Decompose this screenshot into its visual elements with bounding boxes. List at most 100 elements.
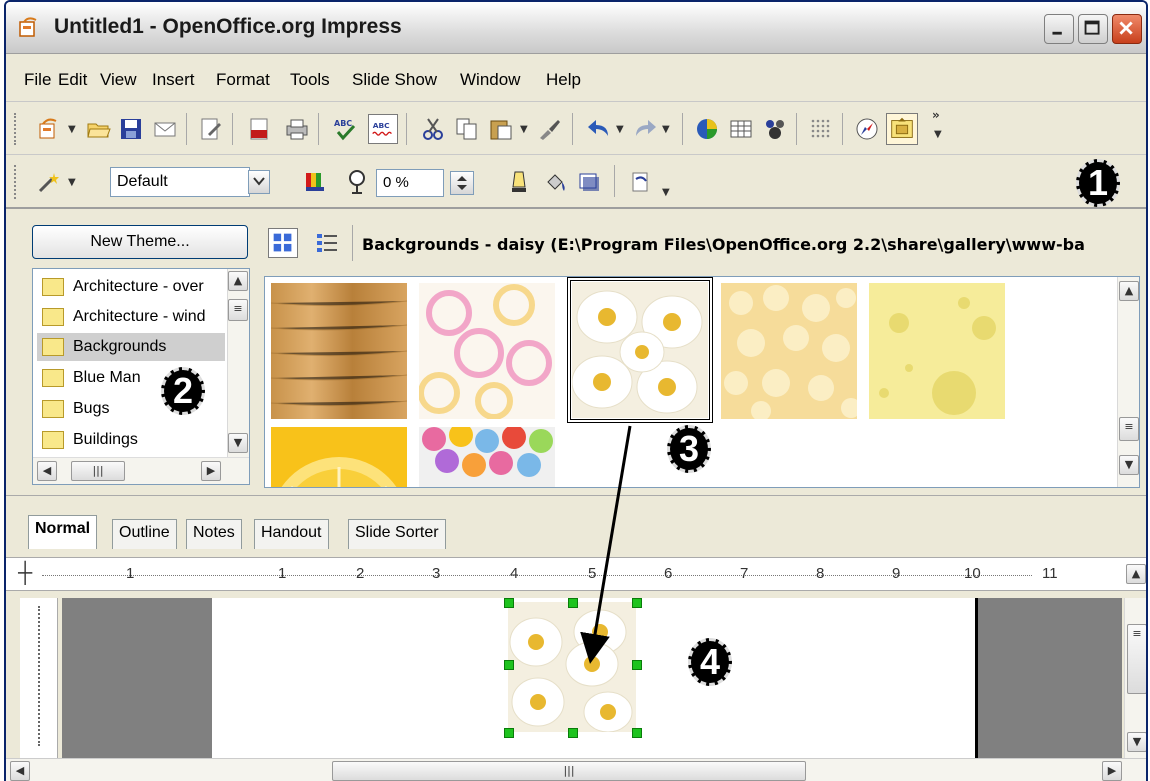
slide-scroll-down-button[interactable]: ▼	[1127, 732, 1146, 752]
menu-insert[interactable]: Insert	[152, 70, 195, 90]
navigator-icon[interactable]	[854, 116, 880, 142]
selection-handle[interactable]	[504, 598, 514, 608]
object-rotate-icon[interactable]	[628, 169, 654, 195]
popcorn-texture-thumbnail[interactable]	[721, 283, 857, 419]
panel-splitter[interactable]	[6, 495, 1146, 499]
cut-icon[interactable]	[420, 116, 446, 142]
magic-wand-icon[interactable]	[36, 169, 62, 195]
maximize-button[interactable]	[1078, 14, 1108, 44]
toolbar-overflow-icon[interactable]: »	[932, 108, 940, 122]
spellcheck-icon[interactable]: ABC	[332, 116, 358, 142]
selection-handle[interactable]	[632, 660, 642, 670]
paste-dropdown-arrow-icon[interactable]: ▼	[520, 124, 528, 135]
autospellcheck-icon[interactable]: ABC	[368, 114, 398, 144]
detail-view-icon[interactable]	[312, 228, 342, 258]
slide-vscroll-thumb[interactable]: ≡	[1127, 624, 1146, 694]
horizontal-ruler[interactable]: ┼ 1 1 2 3 4 5 6 7 8 9 10 11 ▲	[6, 557, 1146, 591]
display-grid-icon[interactable]	[762, 116, 788, 142]
theme-item[interactable]: Architecture - over	[37, 273, 225, 301]
menu-window[interactable]: Window	[460, 70, 520, 90]
hscroll-thumb[interactable]: |||	[71, 461, 125, 481]
style-combo[interactable]: Default	[110, 167, 250, 197]
title-bar[interactable]: Untitled1 - OpenOffice.org Impress	[6, 2, 1146, 54]
scroll-left-button[interactable]: ◀	[37, 461, 57, 481]
slide-hscrollbar[interactable]: ◀ ||| ▶	[6, 758, 1146, 781]
tab-outline[interactable]: Outline	[112, 519, 177, 549]
grid-dots-icon[interactable]	[808, 116, 834, 142]
candy-dots-thumbnail[interactable]	[419, 427, 555, 488]
menu-tools[interactable]: Tools	[290, 70, 330, 90]
tab-slide-sorter[interactable]: Slide Sorter	[348, 519, 446, 549]
theme-item-selected[interactable]: Backgrounds	[37, 333, 225, 361]
transparency-field[interactable]: 0 %	[376, 169, 444, 197]
menu-slide-show[interactable]: Slide Show	[352, 70, 437, 90]
slide-hscroll-thumb[interactable]: |||	[332, 761, 806, 781]
gallery-scroll-thumb[interactable]: ≡	[1119, 417, 1139, 441]
format-paintbrush-icon[interactable]	[536, 116, 562, 142]
chart-icon[interactable]	[694, 116, 720, 142]
redo-icon[interactable]	[632, 116, 658, 142]
slide-canvas[interactable]: 4	[212, 598, 978, 758]
scroll-down-button[interactable]: ▼	[228, 433, 248, 453]
selection-handle[interactable]	[504, 728, 514, 738]
menu-view[interactable]: View	[100, 70, 137, 90]
selection-handle[interactable]	[504, 660, 514, 670]
selection-handle[interactable]	[568, 598, 578, 608]
rings-pattern-thumbnail[interactable]	[419, 283, 555, 419]
daisy-thumbnail-selected[interactable]	[567, 277, 713, 423]
selection-handle[interactable]	[632, 598, 642, 608]
gallery-scroll-down-button[interactable]: ▼	[1119, 455, 1139, 475]
undo-dropdown-arrow-icon[interactable]: ▼	[616, 124, 624, 135]
new-dropdown-arrow-icon[interactable]: ▼	[68, 124, 76, 135]
orange-slice-thumbnail[interactable]	[271, 427, 407, 488]
icon-view-icon[interactable]	[268, 228, 298, 258]
print-icon[interactable]	[284, 116, 310, 142]
line-style-icon[interactable]	[506, 169, 532, 195]
new-document-icon[interactable]	[36, 116, 62, 142]
wood-texture-thumbnail[interactable]	[271, 283, 407, 419]
undo-icon[interactable]	[586, 116, 612, 142]
selection-handle[interactable]	[632, 728, 642, 738]
new-theme-button[interactable]: New Theme...	[32, 225, 248, 259]
toolbar-grip[interactable]	[14, 165, 18, 199]
theme-list-hscrollbar[interactable]: ◀ ||| ▶	[33, 457, 249, 484]
vertical-ruler[interactable]	[20, 598, 58, 758]
ruler-scroll-up-button[interactable]: ▲	[1126, 564, 1146, 584]
transparency-spin-button[interactable]	[450, 171, 474, 195]
inserted-daisy-image[interactable]	[508, 602, 636, 732]
gallery-scroll-up-button[interactable]: ▲	[1119, 281, 1139, 301]
scroll-thumb[interactable]: ≡	[228, 299, 248, 321]
theme-list[interactable]: Architecture - over Architecture - wind …	[32, 268, 250, 485]
hscroll-right-button[interactable]: ▶	[1102, 761, 1122, 781]
hscroll-left-button[interactable]: ◀	[10, 761, 30, 781]
theme-list-scrollbar[interactable]: ▲ ≡ ▼	[227, 269, 249, 457]
tab-normal[interactable]: Normal	[28, 515, 98, 549]
export-pdf-icon[interactable]	[246, 116, 272, 142]
style-combo-button[interactable]	[248, 170, 270, 194]
transparency-icon[interactable]	[346, 169, 372, 195]
menu-format[interactable]: Format	[216, 70, 270, 90]
minimize-button[interactable]	[1044, 14, 1074, 44]
menu-help[interactable]: Help	[546, 70, 581, 90]
copy-icon[interactable]	[454, 116, 480, 142]
menu-edit[interactable]: Edit	[58, 70, 87, 90]
theme-item[interactable]: Architecture - wind	[37, 303, 225, 331]
shadow-icon[interactable]	[576, 169, 602, 195]
slide-vscrollbar[interactable]: ≡ ▼	[1124, 598, 1146, 758]
menu-file[interactable]: File	[24, 70, 51, 90]
edit-file-icon[interactable]	[198, 116, 224, 142]
tab-stop-icon[interactable]: ┼	[18, 562, 32, 585]
theme-item[interactable]: Buildings	[37, 426, 225, 454]
tab-notes[interactable]: Notes	[186, 519, 242, 549]
scroll-right-button[interactable]: ▶	[201, 461, 221, 481]
scroll-up-button[interactable]: ▲	[228, 271, 248, 291]
open-folder-icon[interactable]	[86, 116, 112, 142]
email-icon[interactable]	[152, 116, 178, 142]
gallery-icon[interactable]	[886, 113, 918, 145]
cheese-texture-thumbnail[interactable]	[869, 283, 1005, 419]
close-button[interactable]	[1112, 14, 1142, 44]
paste-icon[interactable]	[488, 116, 514, 142]
color-palette-icon[interactable]	[302, 169, 328, 195]
toolbar-options-arrow-icon[interactable]: ▼	[934, 129, 942, 140]
toolbar2-options-arrow-icon[interactable]: ▼	[662, 187, 670, 198]
